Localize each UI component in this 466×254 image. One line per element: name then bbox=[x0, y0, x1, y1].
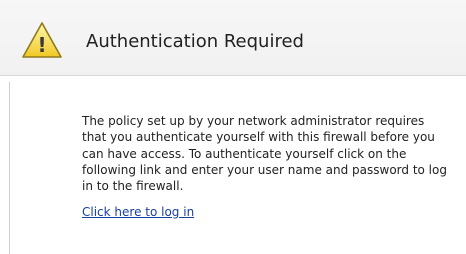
auth-page: ! Authentication Required The policy set… bbox=[0, 0, 466, 254]
page-title: Authentication Required bbox=[86, 31, 304, 52]
page-header: ! Authentication Required bbox=[0, 0, 466, 76]
warning-glyph: ! bbox=[37, 33, 46, 57]
login-link[interactable]: Click here to log in bbox=[82, 205, 194, 219]
policy-message: The policy set up by your network admini… bbox=[82, 114, 447, 194]
left-divider bbox=[9, 82, 10, 254]
warning-icon: ! bbox=[22, 22, 62, 58]
